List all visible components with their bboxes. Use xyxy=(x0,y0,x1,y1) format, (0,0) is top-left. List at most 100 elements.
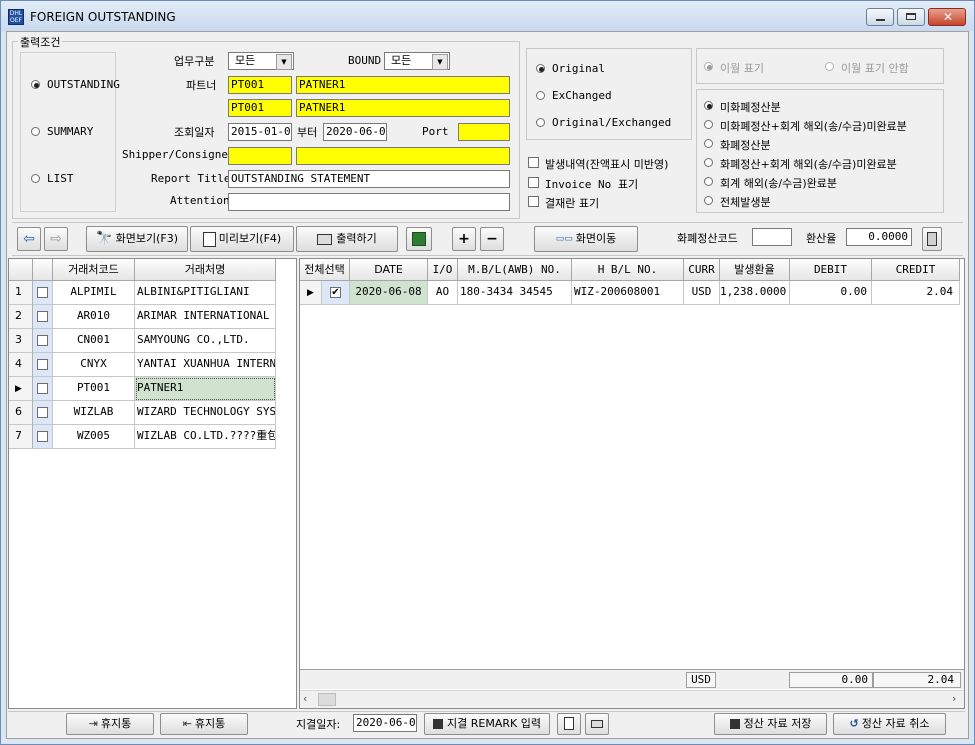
minus-icon: − xyxy=(486,231,498,247)
settlement-radio-2[interactable] xyxy=(704,120,713,129)
remark-print-button[interactable] xyxy=(585,713,609,735)
remark-button[interactable]: 지결 REMARK 입력 xyxy=(424,713,550,735)
minimize-button[interactable] xyxy=(866,8,894,26)
exchanged-radio[interactable] xyxy=(536,91,545,100)
row-checkbox[interactable] xyxy=(37,431,48,442)
row-checkbox[interactable] xyxy=(37,335,48,346)
scrollbar-thumb[interactable] xyxy=(318,693,336,706)
summary-radio[interactable] xyxy=(31,127,40,136)
trash-button-2[interactable]: ⇤ 휴지통 xyxy=(160,713,248,735)
partner-code-cell[interactable]: AR010 xyxy=(53,305,135,329)
partner-name-header[interactable]: 거래처명 xyxy=(135,259,276,281)
add-row-button[interactable]: + xyxy=(452,227,476,251)
row-checkbox[interactable] xyxy=(37,359,48,370)
exchange-rate-field[interactable]: 0.0000 xyxy=(846,228,912,246)
date-from-field[interactable]: 2015-01-01 xyxy=(228,123,292,141)
close-button[interactable]: ✕ xyxy=(928,8,966,26)
row-checkbox[interactable] xyxy=(37,287,48,298)
rate-cell[interactable]: 1,238.0000 xyxy=(720,281,790,305)
hbl-cell[interactable]: WIZ-200608001 xyxy=(572,281,684,305)
credit-header[interactable]: CREDIT xyxy=(872,259,960,281)
settlement-radio-1[interactable] xyxy=(704,101,713,110)
partner-name-cell[interactable]: YANTAI XUANHUA INTERNAT xyxy=(135,353,276,377)
move-screen-button[interactable]: ▭▭ 화면이동 xyxy=(534,226,638,252)
io-cell[interactable]: AO xyxy=(428,281,458,305)
io-header[interactable]: I/O xyxy=(428,259,458,281)
settlement-radio-6[interactable] xyxy=(704,196,713,205)
occurrence-checkbox[interactable] xyxy=(528,157,539,168)
partner-name-cell[interactable]: SAMYOUNG CO.,LTD. xyxy=(135,329,276,353)
business-type-select[interactable]: 모든 ▼ xyxy=(228,52,294,70)
partner-name-field-2[interactable]: PATNER1 xyxy=(296,99,510,117)
settlement-radio-4[interactable] xyxy=(704,158,713,167)
partner-code-field-2[interactable]: PT001 xyxy=(228,99,292,117)
excel-export-button[interactable] xyxy=(406,227,432,251)
partner-code-header[interactable]: 거래처코드 xyxy=(53,259,135,281)
partner-code-cell[interactable]: WZ005 xyxy=(53,425,135,449)
closing-date-field[interactable]: 2020-06-08 xyxy=(353,714,417,732)
original-exchanged-radio[interactable] xyxy=(536,118,545,127)
settlement-radio-5[interactable] xyxy=(704,177,713,186)
approval-checkbox[interactable] xyxy=(528,196,539,207)
report-title-field[interactable]: OUTSTANDING STATEMENT xyxy=(228,170,510,188)
print-button[interactable]: 출력하기 xyxy=(296,226,398,252)
settlement-radio-3[interactable] xyxy=(704,139,713,148)
mbl-header[interactable]: M.B/L(AWB) NO. xyxy=(458,259,572,281)
partner-name-cell[interactable]: ARIMAR INTERNATIONAL S. xyxy=(135,305,276,329)
date-to-field[interactable]: 2020-06-08 xyxy=(323,123,387,141)
select-all-header[interactable]: 전체선택 xyxy=(300,259,350,281)
row-checkbox[interactable] xyxy=(37,311,48,322)
date-cell[interactable]: 2020-06-08 xyxy=(350,281,428,305)
horizontal-scrollbar[interactable] xyxy=(300,690,964,708)
hbl-header[interactable]: H B/L NO. xyxy=(572,259,684,281)
partner-code-cell[interactable]: PT001 xyxy=(53,377,135,401)
cancel-settlement-button[interactable]: ↺ 정산 자료 취소 xyxy=(833,713,946,735)
shipper-name-field[interactable] xyxy=(296,147,510,165)
partner-code-cell[interactable]: CNYX xyxy=(53,353,135,377)
remark-preview-button[interactable] xyxy=(557,713,581,735)
next-arrow-icon[interactable]: ⇨ xyxy=(44,227,68,251)
maximize-button[interactable] xyxy=(897,8,925,26)
port-field[interactable] xyxy=(458,123,510,141)
shipper-code-field[interactable] xyxy=(228,147,292,165)
save-settlement-button[interactable]: 정산 자료 저장 xyxy=(714,713,827,735)
row-checkbox[interactable] xyxy=(37,383,48,394)
scroll-right-icon[interactable]: › xyxy=(952,692,956,705)
remove-row-button[interactable]: − xyxy=(480,227,504,251)
partner-name-cell[interactable]: PATNER1 xyxy=(135,377,276,401)
prev-arrow-icon[interactable]: ⇦ xyxy=(17,227,41,251)
rate-header[interactable]: 발생환율 xyxy=(720,259,790,281)
currency-code-field[interactable] xyxy=(752,228,792,246)
carryover-hide-radio[interactable] xyxy=(825,62,834,71)
outstanding-radio[interactable] xyxy=(31,80,40,89)
partner-code-cell[interactable]: CN001 xyxy=(53,329,135,353)
partner-name-cell[interactable]: ALBINI&PITIGLIANI xyxy=(135,281,276,305)
scroll-left-icon[interactable]: ‹ xyxy=(303,692,307,705)
invoice-no-checkbox[interactable] xyxy=(528,177,539,188)
partner-name-field-1[interactable]: PATNER1 xyxy=(296,76,510,94)
row-checkbox[interactable]: ✔ xyxy=(330,287,341,298)
partner-code-cell[interactable]: ALPIMIL xyxy=(53,281,135,305)
list-radio[interactable] xyxy=(31,174,40,183)
mbl-cell[interactable]: 180-3434 34545 xyxy=(458,281,572,305)
view-screen-button[interactable]: 🔭 화면보기(F3) xyxy=(86,226,188,252)
carryover-show-radio[interactable] xyxy=(704,62,713,71)
partner-code-cell[interactable]: WIZLAB xyxy=(53,401,135,425)
partner-code-field-1[interactable]: PT001 xyxy=(228,76,292,94)
curr-header[interactable]: CURR xyxy=(684,259,720,281)
original-radio[interactable] xyxy=(536,64,545,73)
debit-cell[interactable]: 0.00 xyxy=(790,281,872,305)
calculator-button[interactable] xyxy=(922,227,942,251)
curr-cell[interactable]: USD xyxy=(684,281,720,305)
credit-cell[interactable]: 2.04 xyxy=(872,281,960,305)
partner-name-cell[interactable]: WIZLAB CO.LTD.????重包? xyxy=(135,425,276,449)
row-checkbox[interactable] xyxy=(37,407,48,418)
total-debit: 0.00 xyxy=(789,672,873,688)
trash-button-1[interactable]: ⇥ 휴지통 xyxy=(66,713,154,735)
partner-name-cell[interactable]: WIZARD TECHNOLOGY SYSTE xyxy=(135,401,276,425)
attention-field[interactable] xyxy=(228,193,510,211)
debit-header[interactable]: DEBIT xyxy=(790,259,872,281)
bound-select[interactable]: 모든 ▼ xyxy=(384,52,450,70)
preview-button[interactable]: 미리보기(F4) xyxy=(190,226,294,252)
date-header[interactable]: DATE xyxy=(350,259,428,281)
